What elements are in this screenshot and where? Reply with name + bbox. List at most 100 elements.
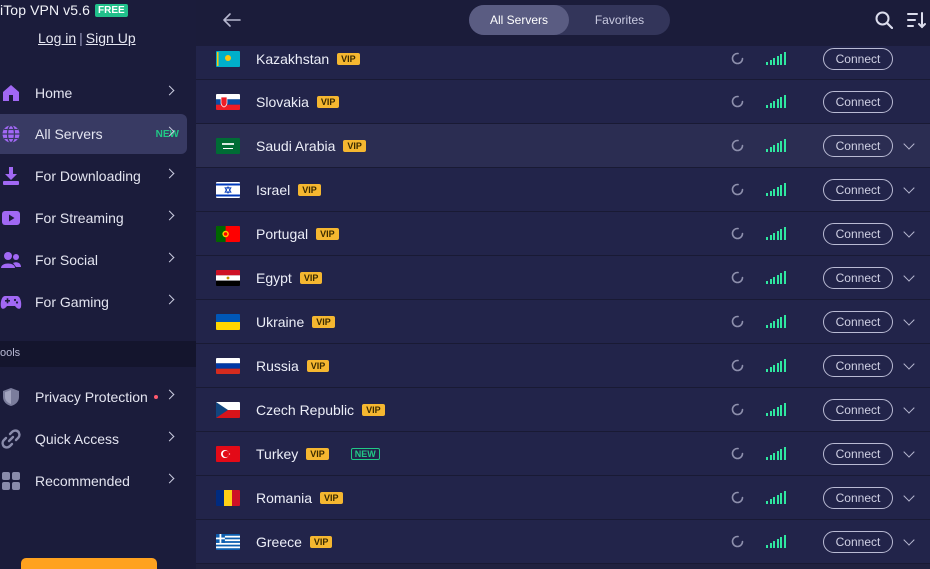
connect-button[interactable]: Connect (823, 531, 893, 553)
upgrade-button[interactable] (21, 558, 157, 569)
signal-bar (769, 235, 772, 240)
server-row[interactable]: Romania VIP Connect (196, 476, 930, 520)
chevron-right-icon (164, 389, 175, 400)
server-row[interactable]: Russia VIP Connect (196, 344, 930, 388)
server-row[interactable]: Israel VIP Connect (196, 168, 930, 212)
chevron-down-icon[interactable] (903, 490, 915, 502)
signal-bar (773, 541, 775, 548)
loading-spinner-icon (731, 491, 744, 504)
signal-bar (769, 323, 772, 328)
chevron-down-icon[interactable] (903, 534, 915, 546)
signal-bar (773, 189, 775, 196)
chevron-down-icon[interactable] (903, 138, 915, 150)
flag-sk-icon (216, 94, 240, 110)
connect-button[interactable]: Connect (823, 355, 893, 377)
flag-tr-icon (216, 446, 240, 462)
connect-button[interactable]: Connect (823, 91, 893, 113)
chevron-down-icon[interactable] (903, 226, 915, 238)
server-row[interactable]: Ukraine VIP Connect (196, 300, 930, 344)
server-row[interactable]: Kazakhstan VIP Connect (196, 46, 930, 80)
signal-bar (780, 273, 782, 284)
connect-button[interactable]: Connect (823, 443, 893, 465)
connect-button[interactable]: Connect (823, 267, 893, 289)
tab-all-servers[interactable]: All Servers (469, 5, 569, 35)
server-row[interactable]: Slovakia VIP Connect (196, 80, 930, 124)
flag-kz-icon (216, 51, 240, 67)
chevron-down-icon[interactable] (903, 314, 915, 326)
signal-strength-icon (766, 138, 788, 152)
search-icon[interactable] (875, 11, 894, 30)
chevron-down-icon[interactable] (903, 270, 915, 282)
server-name-group: Greece VIP (256, 534, 333, 550)
chevron-down-icon[interactable] (903, 182, 915, 194)
sidebar-item-home[interactable]: Home (0, 73, 187, 113)
signal-bar (780, 493, 782, 504)
chevron-down-icon[interactable] (903, 358, 915, 370)
signal-bar (776, 187, 779, 196)
sidebar-item-quick-access[interactable]: Quick Access (0, 419, 187, 459)
signup-link[interactable]: Sign Up (86, 30, 136, 46)
signal-bar (773, 365, 775, 372)
sort-icon[interactable] (907, 11, 927, 29)
signal-strength-icon (766, 94, 788, 108)
flag-il-icon (216, 182, 240, 198)
server-row[interactable]: Saudi Arabia VIP Connect (196, 124, 930, 168)
signal-bar (783, 183, 786, 196)
chevron-right-icon (164, 252, 175, 263)
sidebar-item-for-downloading[interactable]: For Downloading (0, 156, 187, 196)
vip-badge: VIP (309, 536, 333, 548)
sidebar-item-all-servers[interactable]: All Servers NEW (0, 114, 187, 154)
server-name-group: Russia VIP (256, 358, 330, 374)
chevron-right-icon (164, 210, 175, 221)
signal-bar (766, 281, 768, 284)
connect-button[interactable]: Connect (823, 135, 893, 157)
signal-bar (766, 501, 768, 504)
server-row[interactable]: Egypt VIP Connect (196, 256, 930, 300)
loading-spinner-icon (731, 227, 744, 240)
signal-bar (769, 499, 772, 504)
connect-button[interactable]: Connect (823, 223, 893, 245)
signal-bar (773, 233, 775, 240)
connect-button[interactable]: Connect (823, 399, 893, 421)
signal-bar (780, 361, 782, 372)
tools-label: ools (0, 347, 21, 359)
sidebar-item-label: Quick Access (35, 431, 120, 447)
sidebar-item-for-social[interactable]: For Social (0, 240, 187, 280)
connect-button[interactable]: Connect (823, 487, 893, 509)
sidebar-item-recommended[interactable]: Recommended (0, 461, 187, 501)
back-arrow-icon[interactable] (222, 12, 242, 28)
loading-spinner-icon (731, 271, 744, 284)
flag-ru-icon (216, 358, 240, 374)
server-row[interactable]: Turkey VIP NEW Connect (196, 432, 930, 476)
tab-favorites[interactable]: Favorites (569, 5, 670, 35)
server-row[interactable]: Portugal VIP Connect (196, 212, 930, 256)
server-row[interactable]: Greece VIP Connect (196, 520, 930, 564)
connect-button[interactable]: Connect (823, 48, 893, 70)
vip-badge: VIP (306, 448, 329, 460)
server-name-group: Saudi Arabia VIP (256, 138, 366, 154)
chevron-right-icon (164, 168, 175, 179)
sidebar-item-for-gaming[interactable]: For Gaming (0, 282, 187, 322)
signal-bar (776, 495, 779, 504)
chevron-down-icon[interactable] (903, 446, 915, 458)
server-name-group: Ukraine VIP (256, 314, 335, 330)
sidebar-item-privacy-protection[interactable]: Privacy Protection (0, 377, 187, 417)
flag-sa-icon (216, 138, 240, 154)
notification-dot (153, 395, 158, 399)
signal-bar (780, 141, 782, 152)
connect-button[interactable]: Connect (823, 311, 893, 333)
signal-bar (780, 185, 782, 196)
sidebar-item-for-streaming[interactable]: For Streaming (0, 198, 187, 238)
signal-bar (783, 52, 786, 65)
connect-button[interactable]: Connect (823, 179, 893, 201)
signal-bar (780, 54, 782, 65)
signal-bar (766, 105, 768, 108)
country-name: Israel (256, 182, 291, 198)
vip-badge: VIP (337, 53, 360, 65)
chevron-down-icon[interactable] (903, 402, 915, 414)
server-row[interactable]: Czech Republic VIP Connect (196, 388, 930, 432)
sidebar-item-label: For Streaming (35, 210, 124, 226)
login-link[interactable]: Log in (38, 30, 76, 46)
signal-bar (780, 97, 782, 108)
signal-bar (766, 62, 768, 65)
